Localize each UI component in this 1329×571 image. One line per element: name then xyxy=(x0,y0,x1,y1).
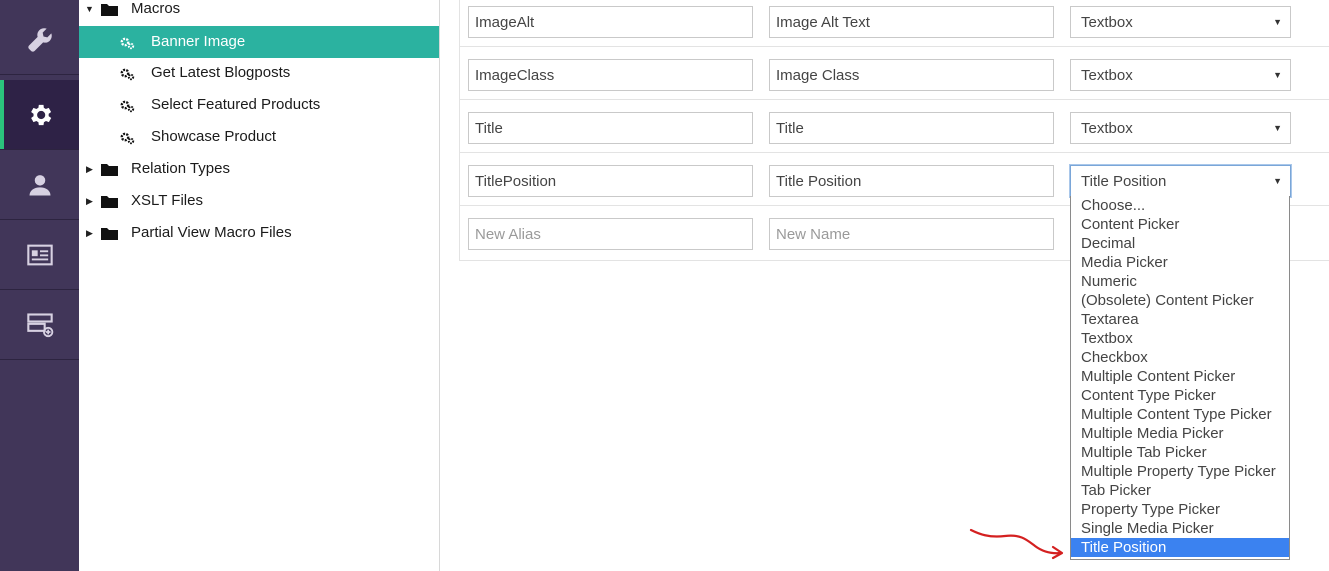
dropdown-option[interactable]: Checkbox xyxy=(1071,348,1289,367)
folder-icon xyxy=(101,228,118,240)
dropdown-option[interactable]: Multiple Content Picker xyxy=(1071,367,1289,386)
section-rail xyxy=(0,0,79,571)
tree-node-partial-view-macro-files[interactable]: ▶ Partial View Macro Files xyxy=(79,217,439,249)
dropdown-option[interactable]: Multiple Property Type Picker xyxy=(1071,462,1289,481)
tree-node-label: Showcase Product xyxy=(151,128,277,145)
dropdown-option[interactable]: Content Picker xyxy=(1071,215,1289,234)
dropdown-option[interactable]: Textarea xyxy=(1071,310,1289,329)
tree-node-macros[interactable]: ▼ Macros xyxy=(79,0,439,25)
form-add-icon xyxy=(26,312,53,337)
editor-select-value: Textbox xyxy=(1081,13,1133,31)
tree-node-label: XSLT Files xyxy=(131,192,203,209)
cog-icon xyxy=(120,68,135,81)
name-input[interactable] xyxy=(769,112,1054,144)
name-input[interactable] xyxy=(769,6,1054,38)
alias-input[interactable] xyxy=(468,59,753,91)
editor-dropdown-list: Choose... Content Picker Decimal Media P… xyxy=(1070,196,1290,560)
caret-right-icon[interactable]: ▶ xyxy=(86,228,93,239)
rail-item-settings-tools[interactable] xyxy=(0,5,79,75)
name-input[interactable] xyxy=(769,165,1054,197)
editor-select-value: Textbox xyxy=(1081,119,1133,137)
rail-item-forms[interactable] xyxy=(0,290,79,360)
editor-select-value: Textbox xyxy=(1081,66,1133,84)
rail-item-members[interactable] xyxy=(0,220,79,290)
tree-node-xslt-files[interactable]: ▶ XSLT Files xyxy=(79,185,439,217)
tree-node-relation-types[interactable]: ▶ Relation Types xyxy=(79,153,439,185)
chevron-down-icon: ▼ xyxy=(1273,123,1282,133)
dropdown-option[interactable]: Media Picker xyxy=(1071,253,1289,272)
cog-icon xyxy=(120,100,135,113)
tree-node-label: Banner Image xyxy=(151,33,246,50)
cog-icon xyxy=(120,37,135,50)
caret-down-icon[interactable]: ▼ xyxy=(85,4,94,14)
id-card-icon xyxy=(26,244,53,265)
dropdown-option[interactable]: Choose... xyxy=(1071,196,1289,215)
dropdown-option[interactable]: Multiple Media Picker xyxy=(1071,424,1289,443)
alias-input[interactable] xyxy=(468,165,753,197)
dropdown-option[interactable]: Tab Picker xyxy=(1071,481,1289,500)
tree-node-label: Partial View Macro Files xyxy=(131,224,292,241)
editor-select-value: Title Position xyxy=(1081,172,1167,190)
tree-node-label: Relation Types xyxy=(131,160,230,177)
new-alias-input[interactable] xyxy=(468,218,753,250)
wrench-icon xyxy=(27,27,52,52)
caret-right-icon[interactable]: ▶ xyxy=(86,196,93,207)
rail-item-developer[interactable] xyxy=(0,80,79,150)
gear-icon xyxy=(30,104,51,125)
macro-tree: ▼ Macros Banner Image Get Latest Blogpos… xyxy=(79,0,440,571)
alias-input[interactable] xyxy=(468,6,753,38)
tree-node-select-featured-products[interactable]: Select Featured Products xyxy=(79,89,439,121)
chevron-down-icon: ▼ xyxy=(1273,17,1282,27)
folder-icon xyxy=(101,164,118,176)
tree-node-label: Macros xyxy=(131,0,181,17)
parameter-row: Textbox ▼ xyxy=(460,0,1329,47)
new-name-input[interactable] xyxy=(769,218,1054,250)
editor-select-open[interactable]: Title Position ▼ xyxy=(1070,165,1291,197)
dropdown-option[interactable]: Multiple Tab Picker xyxy=(1071,443,1289,462)
dropdown-option[interactable]: Content Type Picker xyxy=(1071,386,1289,405)
parameter-row: Textbox ▼ xyxy=(460,100,1329,153)
dropdown-option[interactable]: Single Media Picker xyxy=(1071,519,1289,538)
dropdown-option[interactable]: (Obsolete) Content Picker xyxy=(1071,291,1289,310)
caret-right-icon[interactable]: ▶ xyxy=(86,164,93,175)
editor-select[interactable]: Textbox ▼ xyxy=(1070,112,1291,144)
tree-node-label: Select Featured Products xyxy=(151,96,321,113)
name-input[interactable] xyxy=(769,59,1054,91)
chevron-down-icon: ▼ xyxy=(1273,70,1282,80)
tree-node-banner-image[interactable]: Banner Image xyxy=(79,26,439,58)
annotation-arrow-icon xyxy=(969,528,1064,560)
dropdown-option[interactable]: Property Type Picker xyxy=(1071,500,1289,519)
dropdown-option[interactable]: Decimal xyxy=(1071,234,1289,253)
editor-select[interactable]: Textbox ▼ xyxy=(1070,59,1291,91)
cog-icon xyxy=(120,132,135,145)
rail-item-users[interactable] xyxy=(0,150,79,220)
tree-node-label: Get Latest Blogposts xyxy=(151,64,291,81)
alias-input[interactable] xyxy=(468,112,753,144)
folder-icon xyxy=(101,4,118,16)
dropdown-option-highlighted[interactable]: Title Position xyxy=(1071,538,1289,557)
editor-select[interactable]: Textbox ▼ xyxy=(1070,6,1291,38)
folder-icon xyxy=(101,196,118,208)
parameter-row: Textbox ▼ xyxy=(460,47,1329,100)
dropdown-option[interactable]: Multiple Content Type Picker xyxy=(1071,405,1289,424)
user-icon xyxy=(29,174,50,195)
tree-node-showcase-product[interactable]: Showcase Product xyxy=(79,121,439,153)
tree-node-get-latest-blogposts[interactable]: Get Latest Blogposts xyxy=(79,57,439,89)
dropdown-option[interactable]: Textbox xyxy=(1071,329,1289,348)
chevron-down-icon: ▼ xyxy=(1273,176,1282,186)
dropdown-option[interactable]: Numeric xyxy=(1071,272,1289,291)
